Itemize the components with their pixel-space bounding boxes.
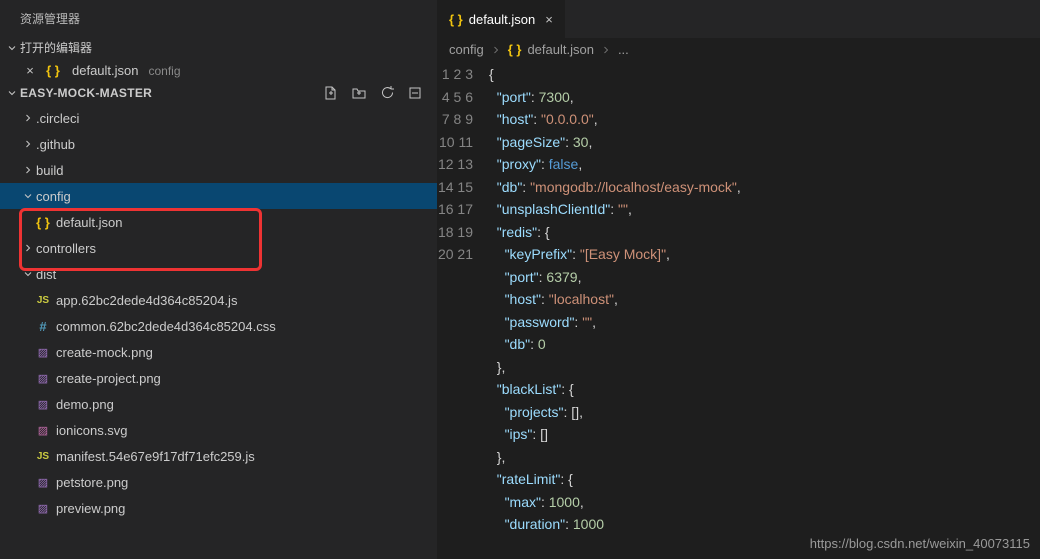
chevron-down-icon bbox=[20, 190, 36, 202]
breadcrumb[interactable]: config { } default.json ... bbox=[437, 38, 1040, 61]
tree-item-label: app.62bc2dede4d364c85204.js bbox=[56, 293, 237, 308]
tab-bar: { } default.json × bbox=[437, 0, 1040, 38]
file-manifest.54e67e9f17df71efc259.js[interactable]: JS manifest.54e67e9f17df71efc259.js bbox=[0, 443, 437, 469]
chevron-right-icon bbox=[20, 138, 36, 150]
line-gutter: 1 2 3 4 5 6 7 8 9 10 11 12 13 14 15 16 1… bbox=[437, 63, 489, 559]
file-icon: JS bbox=[34, 451, 52, 462]
chevron-right-icon bbox=[600, 44, 612, 56]
tree-item-label: preview.png bbox=[56, 501, 125, 516]
code-content[interactable]: { "port": 7300, "host": "0.0.0.0", "page… bbox=[489, 63, 1040, 559]
file-common.62bc2dede4d364c85204.css[interactable]: # common.62bc2dede4d364c85204.css bbox=[0, 313, 437, 339]
file-ionicons.svg[interactable]: ▨ ionicons.svg bbox=[0, 417, 437, 443]
open-editors-header[interactable]: 打开的编辑器 bbox=[0, 35, 437, 60]
folder-.circleci[interactable]: .circleci bbox=[0, 105, 437, 131]
editor-pane: { } default.json × config { } default.js… bbox=[437, 0, 1040, 559]
tree-item-label: petstore.png bbox=[56, 475, 128, 490]
file-app.62bc2dede4d364c85204.js[interactable]: JS app.62bc2dede4d364c85204.js bbox=[0, 287, 437, 313]
tree-item-label: .circleci bbox=[36, 111, 79, 126]
file-preview.png[interactable]: ▨ preview.png bbox=[0, 495, 437, 521]
open-editor-path: config bbox=[149, 64, 181, 78]
tree-item-label: default.json bbox=[56, 215, 123, 230]
tab-label: default.json bbox=[469, 12, 536, 27]
close-icon[interactable]: × bbox=[22, 63, 38, 78]
code-area[interactable]: 1 2 3 4 5 6 7 8 9 10 11 12 13 14 15 16 1… bbox=[437, 61, 1040, 559]
explorer-sidebar: 资源管理器 打开的编辑器 × { } default.json config E… bbox=[0, 0, 437, 559]
new-file-icon[interactable] bbox=[323, 85, 339, 101]
tree-item-label: .github bbox=[36, 137, 75, 152]
file-icon: ▨ bbox=[34, 346, 52, 359]
file-create-project.png[interactable]: ▨ create-project.png bbox=[0, 365, 437, 391]
file-create-mock.png[interactable]: ▨ create-mock.png bbox=[0, 339, 437, 365]
tree-item-label: build bbox=[36, 163, 63, 178]
folder-controllers[interactable]: controllers bbox=[0, 235, 437, 261]
tree-item-label: common.62bc2dede4d364c85204.css bbox=[56, 319, 276, 334]
file-icon: ▨ bbox=[34, 502, 52, 515]
chevron-down-icon bbox=[4, 42, 20, 54]
json-icon: { } bbox=[46, 63, 60, 78]
open-editor-name: default.json bbox=[72, 63, 139, 78]
project-header[interactable]: EASY-MOCK-MASTER bbox=[0, 81, 437, 105]
file-petstore.png[interactable]: ▨ petstore.png bbox=[0, 469, 437, 495]
explorer-actions bbox=[323, 85, 429, 101]
file-tree: .circleci .github build config { } default.js… bbox=[0, 105, 437, 559]
crumb[interactable]: ... bbox=[618, 42, 629, 57]
chevron-down-icon bbox=[20, 268, 36, 280]
file-icon: ▨ bbox=[34, 398, 52, 411]
open-editor-item[interactable]: × { } default.json config bbox=[0, 60, 437, 81]
file-icon: ▨ bbox=[34, 372, 52, 385]
folder-build[interactable]: build bbox=[0, 157, 437, 183]
explorer-title: 资源管理器 bbox=[0, 0, 437, 35]
tree-item-label: ionicons.svg bbox=[56, 423, 128, 438]
chevron-right-icon bbox=[20, 164, 36, 176]
tree-item-label: demo.png bbox=[56, 397, 114, 412]
close-icon[interactable]: × bbox=[545, 12, 553, 27]
chevron-down-icon bbox=[4, 87, 20, 99]
editor-tab[interactable]: { } default.json × bbox=[437, 0, 566, 38]
json-icon: { } bbox=[508, 42, 522, 57]
folder-config[interactable]: config bbox=[0, 183, 437, 209]
collapse-icon[interactable] bbox=[407, 85, 423, 101]
file-icon: { } bbox=[34, 215, 52, 230]
file-demo.png[interactable]: ▨ demo.png bbox=[0, 391, 437, 417]
tree-item-label: create-mock.png bbox=[56, 345, 153, 360]
file-icon: ▨ bbox=[34, 476, 52, 489]
tree-item-label: dist bbox=[36, 267, 56, 282]
new-folder-icon[interactable] bbox=[351, 85, 367, 101]
crumb[interactable]: config bbox=[449, 42, 484, 57]
json-icon: { } bbox=[449, 12, 463, 27]
crumb[interactable]: default.json bbox=[527, 42, 594, 57]
file-icon: JS bbox=[34, 295, 52, 306]
file-icon: # bbox=[34, 319, 52, 334]
project-name: EASY-MOCK-MASTER bbox=[20, 86, 152, 100]
folder-dist[interactable]: dist bbox=[0, 261, 437, 287]
refresh-icon[interactable] bbox=[379, 85, 395, 101]
file-icon: ▨ bbox=[34, 424, 52, 437]
chevron-right-icon bbox=[490, 44, 502, 56]
tree-item-label: config bbox=[36, 189, 71, 204]
folder-.github[interactable]: .github bbox=[0, 131, 437, 157]
chevron-right-icon bbox=[20, 112, 36, 124]
watermark: https://blog.csdn.net/weixin_40073115 bbox=[810, 536, 1030, 551]
tree-item-label: controllers bbox=[36, 241, 96, 256]
chevron-right-icon bbox=[20, 242, 36, 254]
tree-item-label: create-project.png bbox=[56, 371, 161, 386]
tree-item-label: manifest.54e67e9f17df71efc259.js bbox=[56, 449, 255, 464]
open-editors-label: 打开的编辑器 bbox=[20, 39, 92, 56]
file-default.json[interactable]: { } default.json bbox=[0, 209, 437, 235]
